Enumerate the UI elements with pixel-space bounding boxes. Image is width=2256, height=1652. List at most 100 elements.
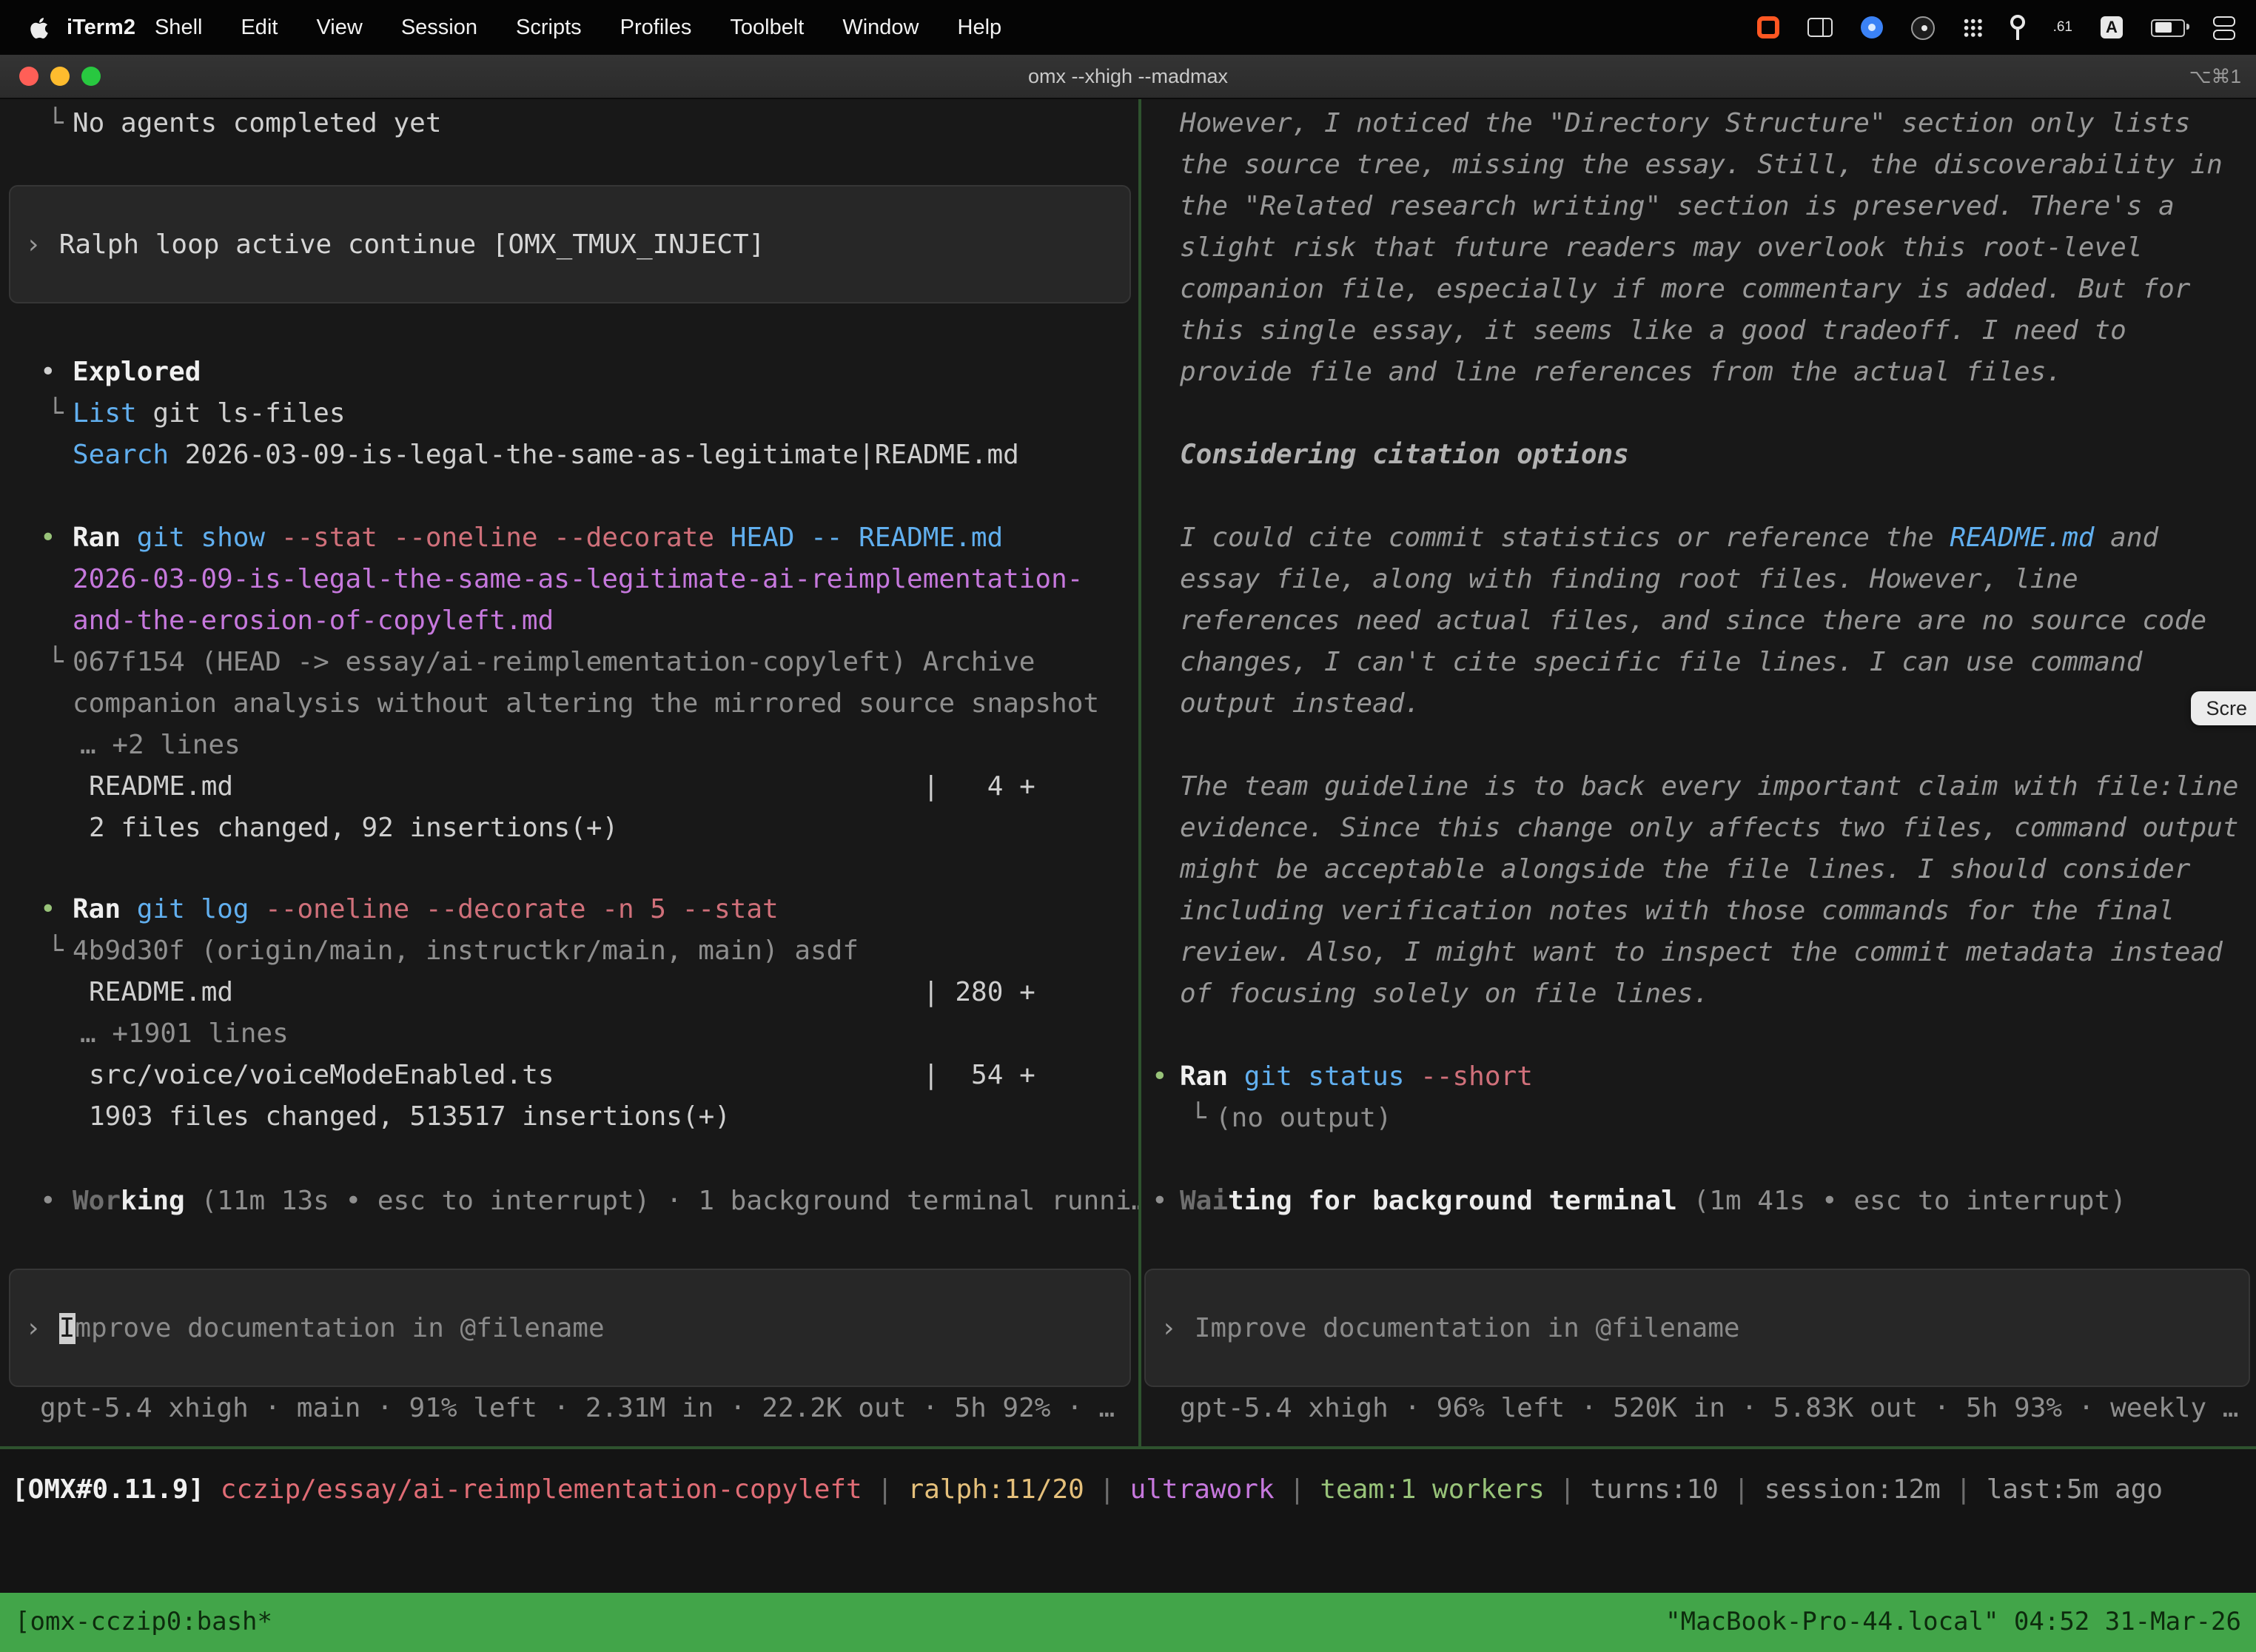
tmux-session-info[interactable]: [omx-cczip0:bash* (15, 1608, 272, 1637)
git-status-flags: --short (1420, 1061, 1533, 1092)
no-output-text: (no output) (1215, 1103, 1391, 1134)
no-output-line: └(no output) (1141, 1098, 2256, 1140)
dark-app-icon[interactable] (1911, 16, 1935, 39)
readme-link[interactable]: README.md (1950, 523, 2094, 554)
battery-icon[interactable] (2151, 19, 2185, 36)
menu-item-app[interactable]: iTerm2 (67, 16, 135, 39)
commit-message-text: 067f154 (HEAD -> essay/ai-reimplementati… (73, 647, 1035, 678)
composer-input-left[interactable]: ›Improve documentation in @filename (9, 1269, 1131, 1387)
terminal-pane-left[interactable]: └No agents completed yet ›Ralph loop act… (0, 99, 1138, 1446)
more-lines-indicator[interactable]: … +1901 lines (0, 1014, 1138, 1055)
more-lines-indicator[interactable]: … +2 lines (0, 725, 1138, 767)
search-arg: 2026-03-09-is-legal-the-same-as-legitima… (185, 440, 1019, 471)
menu-item-profiles[interactable]: Profiles (620, 16, 692, 39)
thinking-line: companion file, especially if more comme… (1141, 269, 2256, 311)
agents-status-line: └No agents completed yet (0, 104, 1138, 145)
git-show-cmd: git show (137, 523, 265, 554)
separator: | (862, 1474, 908, 1505)
thinking-line: including verification notes with those … (1141, 891, 2256, 933)
control-center-pill (2213, 16, 2235, 26)
git-show-args: HEAD -- README.md (731, 523, 1003, 554)
thinking-line: review. Also, I might want to inspect th… (1141, 933, 2256, 974)
control-center-pill (2213, 29, 2235, 39)
thinking-line: this single essay, it seems like a good … (1141, 311, 2256, 352)
branch-glyph: └ (47, 931, 64, 973)
composer-input-right[interactable]: ›Improve documentation in @filename (1144, 1269, 2250, 1387)
screen-overlay-pill[interactable]: Scre (2191, 691, 2256, 725)
menu-item-shell[interactable]: Shell (155, 16, 203, 39)
menu-item-toolbelt[interactable]: Toolbelt (730, 16, 804, 39)
control-center-icon[interactable] (2213, 16, 2235, 39)
battery-fill (2155, 22, 2171, 33)
menu-item-session[interactable]: Session (401, 16, 477, 39)
essay-filename-line2: and-the-erosion-of-copyleft.md (0, 601, 1138, 642)
menu-item-view[interactable]: View (316, 16, 362, 39)
list-verb: List (73, 398, 137, 429)
ralph-loop-banner: ›Ralph loop active continue [OMX_TMUX_IN… (9, 185, 1131, 303)
menu-stat-value[interactable]: .61 (2053, 19, 2072, 36)
working-label-dim: Wor (73, 1186, 121, 1217)
separator: | (1084, 1474, 1130, 1505)
separator: | (1545, 1474, 1591, 1505)
thinking-line: provide file and line references from th… (1141, 352, 2256, 394)
blue-app-icon[interactable] (1861, 16, 1883, 38)
omx-ralph-count: ralph:11/20 (907, 1474, 1084, 1505)
thinking-line-with-link: I could cite commit statistics or refere… (1141, 518, 2256, 560)
bullet-glyph: • (1152, 1057, 1168, 1098)
branch-glyph: └ (47, 104, 64, 145)
separator: | (1719, 1474, 1765, 1505)
ran-verb: Ran (1180, 1061, 1228, 1092)
thinking-line: output instead. (1141, 684, 2256, 725)
omx-last-activity: last:5m ago (1987, 1474, 2163, 1505)
omx-session: session:12m (1765, 1474, 1941, 1505)
key-head (2010, 15, 2025, 30)
thinking-text: I could cite commit statistics or refere… (1180, 523, 1934, 554)
battery-tip (2186, 24, 2189, 30)
git-status-cmd: git status (1244, 1061, 1405, 1092)
terminal-pane-right[interactable]: However, I noticed the "Directory Struct… (1141, 99, 2256, 1446)
commit-message-line1: └067f154 (HEAD -> essay/ai-reimplementat… (0, 642, 1138, 684)
password-key-icon[interactable] (2010, 15, 2025, 40)
explored-title: Explored (73, 357, 201, 388)
pane-bottom-border (0, 1446, 2256, 1449)
waiting-label-dim: Wai (1180, 1186, 1228, 1217)
menu-item-scripts[interactable]: Scripts (516, 16, 582, 39)
explored-search-line: Search 2026-03-09-is-legal-the-same-as-l… (0, 435, 1138, 477)
bullet-glyph: • (40, 352, 56, 394)
window-manager-icon[interactable] (1807, 18, 1833, 37)
dots-grid-icon[interactable] (1963, 18, 1982, 37)
separator: | (1275, 1474, 1320, 1505)
model-status-line-left: gpt-5.4 xhigh · main · 91% left · 2.31M … (0, 1389, 1138, 1430)
menu-item-help[interactable]: Help (958, 16, 1002, 39)
waiting-label-bright: ting for background terminal (1228, 1186, 1677, 1217)
menu-item-window[interactable]: Window (842, 16, 919, 39)
window-manager-icon-inner (1816, 19, 1824, 36)
model-status-line-right: gpt-5.4 xhigh · 96% left · 520K in · 5.8… (1141, 1389, 2256, 1430)
thinking-line: the "Related research writing" section i… (1141, 187, 2256, 228)
git-log-cmd: git log (137, 894, 249, 925)
logstat-summary-line: 1903 files changed, 513517 insertions(+) (0, 1097, 1138, 1138)
bullet-glyph: • (40, 890, 56, 931)
explored-list-line: └List git ls-files (0, 394, 1138, 435)
composer-placeholder: Improve documentation in @filename (1195, 1312, 1740, 1343)
menu-status-area: .61 A (1757, 15, 2256, 40)
thinking-line: evidence. Since this change only affects… (1141, 808, 2256, 850)
apple-menu[interactable] (0, 16, 67, 39)
input-source-icon[interactable]: A (2101, 16, 2123, 38)
waiting-status-line: •Waiting for background terminal (1m 41s… (1141, 1181, 2256, 1223)
omx-version: [OMX#0.11.9] (12, 1474, 204, 1505)
prompt-glyph: › (25, 1312, 41, 1343)
ran-git-status-line: • Ran git status --short (1141, 1057, 2256, 1098)
screen-recording-indicator-icon[interactable] (1757, 16, 1779, 38)
branch-glyph: └ (47, 394, 64, 435)
thinking-line: essay file, along with finding root file… (1141, 560, 2256, 601)
working-status-line: •Working (11m 13s • esc to interrupt) · … (0, 1181, 1138, 1223)
logstat-voice-line: src/voice/voiceModeEnabled.ts | 54 + (0, 1055, 1138, 1097)
menu-bar: iTerm2 Shell Edit View Session Scripts P… (0, 0, 2256, 55)
prompt-glyph: › (25, 229, 41, 260)
thinking-line: might be acceptable alongside the file l… (1141, 850, 2256, 891)
bullet-glyph: • (1152, 1181, 1168, 1223)
logstat-readme-line: README.md | 280 + (0, 973, 1138, 1014)
separator: | (1941, 1474, 1987, 1505)
menu-item-edit[interactable]: Edit (241, 16, 278, 39)
